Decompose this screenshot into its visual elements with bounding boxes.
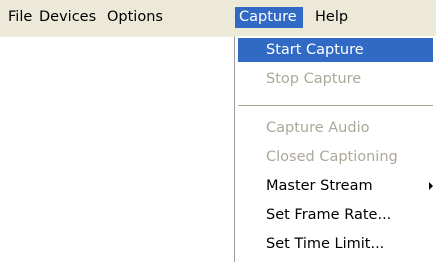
menu-help[interactable]: Help (312, 7, 351, 28)
menu-file[interactable]: File (5, 7, 35, 28)
menu-devices[interactable]: Devices (36, 7, 99, 28)
menu-item-stop-capture: Stop Capture (266, 71, 362, 87)
menu-item-capture-audio: Capture Audio (266, 120, 370, 136)
menu-capture[interactable]: Capture (235, 7, 303, 28)
chevron-right-icon (429, 182, 433, 190)
menu-item-set-time-limit[interactable]: Set Time Limit... (238, 232, 433, 256)
menu-item-set-frame-rate[interactable]: Set Frame Rate... (238, 203, 433, 227)
menu-options[interactable]: Options (104, 7, 166, 28)
menu-item-start-capture[interactable]: Start Capture (238, 38, 433, 62)
menu-item-master-stream[interactable]: Master Stream (238, 174, 433, 198)
menu-item-master-stream-label: Master Stream (266, 178, 373, 194)
menu-bar: File Devices Options Capture Help (0, 0, 436, 36)
menu-item-closed-captioning: Closed Captioning (266, 149, 398, 165)
menu-separator (238, 105, 433, 106)
capture-dropdown-menu: Start Capture Stop Capture Capture Audio… (234, 36, 436, 262)
